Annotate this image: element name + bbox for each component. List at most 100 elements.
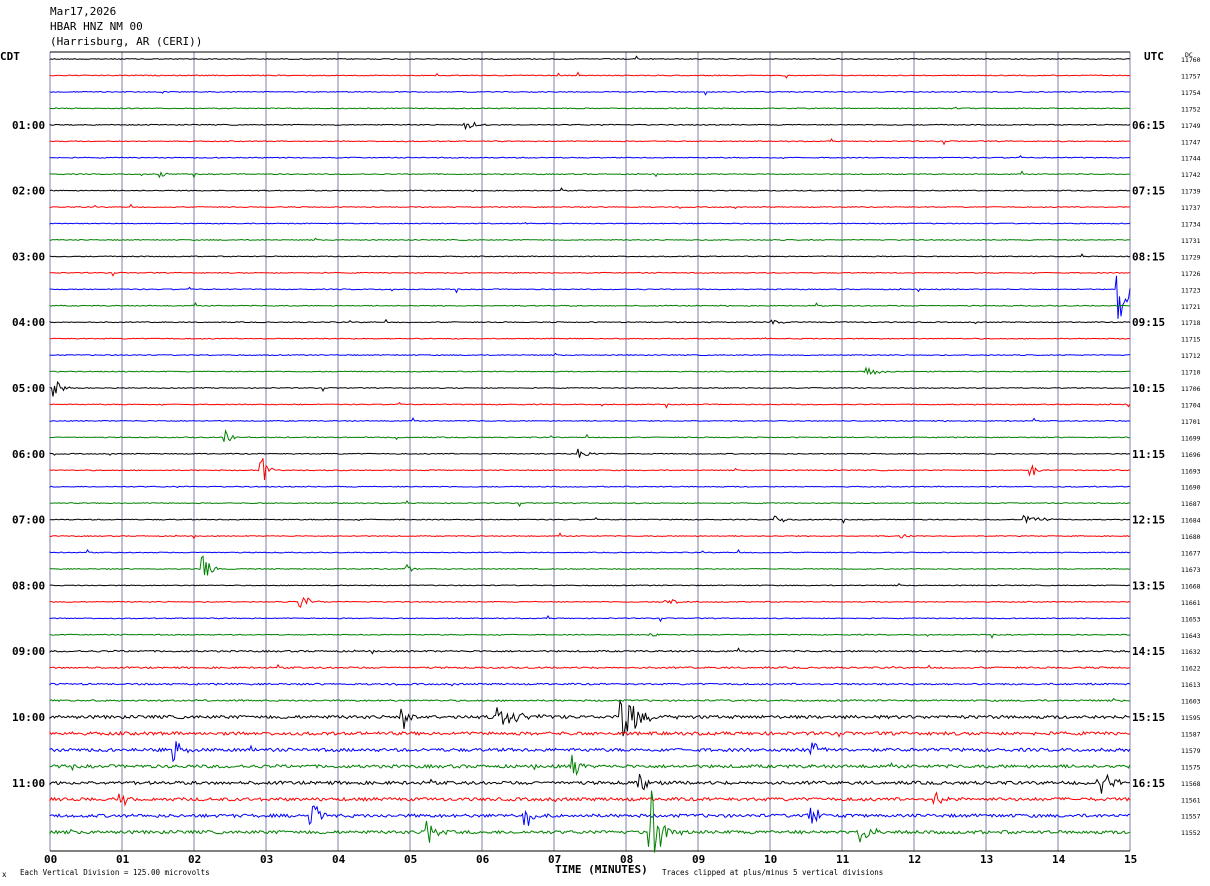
dc-offset-label: 11622 (1181, 665, 1201, 673)
trace-line (49, 90, 1131, 96)
dc-offset-label: 11744 (1181, 155, 1201, 163)
dc-offset-label: 11723 (1181, 286, 1201, 294)
dc-offset-label: 11613 (1181, 681, 1201, 689)
trace-line (49, 663, 1131, 670)
utc-hour-label: 12:15 (1132, 514, 1165, 527)
trace-line (49, 55, 1131, 60)
trace-line (49, 699, 1131, 737)
x-tick-label: 09 (692, 853, 705, 866)
trace-line (49, 352, 1131, 357)
x-tick-label: 14 (1052, 853, 1066, 866)
dc-offset-label: 11757 (1181, 72, 1201, 80)
footer-mark: x (2, 870, 7, 879)
trace-line (49, 417, 1131, 423)
dc-offset-label: 11729 (1181, 253, 1201, 261)
trace-line (49, 170, 1131, 179)
footer-division: Each Vertical Division = 125.00 microvol… (20, 868, 210, 877)
dc-offset-label: 11687 (1181, 500, 1201, 508)
x-tick-label: 05 (404, 853, 417, 866)
trace-line (49, 71, 1131, 79)
trace-line (49, 429, 1130, 442)
trace-line (49, 275, 1131, 319)
cdt-hour-label: 05:00 (12, 382, 45, 395)
cdt-hour-label: 09:00 (12, 645, 45, 658)
trace-line (49, 647, 1131, 655)
dc-offset-label: 11747 (1181, 138, 1201, 146)
dc-offset-label: 11712 (1181, 352, 1201, 360)
trace-line (49, 448, 1131, 458)
utc-label: UTC (1144, 50, 1164, 63)
dc-offset-label: 11721 (1181, 303, 1201, 311)
trace-line (49, 514, 1131, 525)
trace-line (49, 318, 1131, 326)
x-tick-label: 01 (116, 853, 130, 866)
x-tick-label: 13 (980, 853, 993, 866)
trace-line (49, 773, 1131, 794)
dc-offset-label: 11718 (1181, 319, 1201, 327)
trace-line (49, 791, 1131, 807)
trace-line (49, 221, 1131, 225)
dc-offset-label: 11701 (1181, 418, 1201, 426)
dc-offset-label: 11643 (1181, 632, 1201, 640)
utc-hour-label: 06:15 (1132, 119, 1165, 132)
trace-line (49, 615, 1131, 623)
dc-offset-label: 11734 (1181, 221, 1201, 229)
trace-line (49, 485, 1131, 489)
dc-offset-label: 11749 (1181, 122, 1201, 130)
trace-line (49, 187, 1131, 192)
trace-line (49, 366, 1131, 376)
cdt-label: CDT (0, 50, 20, 63)
trace-line (49, 741, 1131, 763)
utc-hour-label: 15:15 (1132, 711, 1165, 724)
x-tick-label: 03 (260, 853, 273, 866)
utc-hour-label: 14:15 (1132, 645, 1165, 658)
trace-line (49, 138, 1131, 146)
trace-line (49, 155, 1131, 160)
trace-line (49, 271, 1131, 277)
x-tick-label: 15 (1124, 853, 1137, 866)
minute-grid (49, 51, 1131, 852)
trace-line (49, 301, 1131, 308)
trace-line (49, 682, 1131, 687)
utc-hour-label: 08:15 (1132, 250, 1165, 263)
trace-line (49, 458, 1131, 481)
dc-offset-label: 11575 (1181, 763, 1201, 771)
dc-offset-label: 11661 (1181, 599, 1201, 607)
x-tick-label: 02 (188, 853, 201, 866)
dc-offset-label: 11677 (1181, 550, 1201, 558)
dc-offset-label: 11739 (1181, 188, 1201, 196)
dc-offset-label: 11706 (1181, 385, 1201, 393)
trace-line (49, 203, 1131, 210)
seismic-traces (49, 55, 1131, 853)
dc-offset-label: 11699 (1181, 434, 1201, 442)
utc-hour-label: 13:15 (1132, 579, 1165, 592)
dc-offset-label: 11595 (1181, 714, 1201, 722)
x-tick-label: 07 (548, 853, 561, 866)
trace-line (49, 697, 1131, 702)
cdt-hour-label: 10:00 (12, 711, 45, 724)
trace-line (49, 237, 1131, 242)
dc-offset-label: 11668 (1181, 582, 1201, 590)
cdt-hour-label: 11:00 (12, 777, 45, 790)
cdt-hour-label: 08:00 (12, 579, 45, 592)
x-tick-label: 12 (908, 853, 921, 866)
trace-line (49, 253, 1131, 258)
cdt-hour-label: 06:00 (12, 448, 45, 461)
dc-offset-label: 11579 (1181, 747, 1201, 755)
utc-hour-label: 16:15 (1132, 777, 1165, 790)
dc-offset-label: 11552 (1181, 829, 1201, 837)
x-tick-label: 06 (476, 853, 490, 866)
dc-offset-label: 11742 (1181, 171, 1201, 179)
x-axis-title: TIME (MINUTES) (555, 863, 648, 876)
helicorder-chart: CDT UTC DC TIME (MINUTES) 00 01 02 03 04 05 06… (0, 50, 1201, 876)
trace-line (49, 499, 1131, 508)
x-tick-label: 08 (620, 853, 633, 866)
x-tick-label: 04 (332, 853, 346, 866)
dc-offset-label: 11726 (1181, 270, 1201, 278)
dc-offset-label: 11693 (1181, 467, 1201, 475)
trace-line (49, 730, 1131, 738)
trace-line (49, 106, 1131, 110)
trace-line (49, 337, 1131, 340)
dc-offset-label: 11696 (1181, 451, 1201, 459)
cdt-hour-label: 03:00 (12, 250, 45, 263)
